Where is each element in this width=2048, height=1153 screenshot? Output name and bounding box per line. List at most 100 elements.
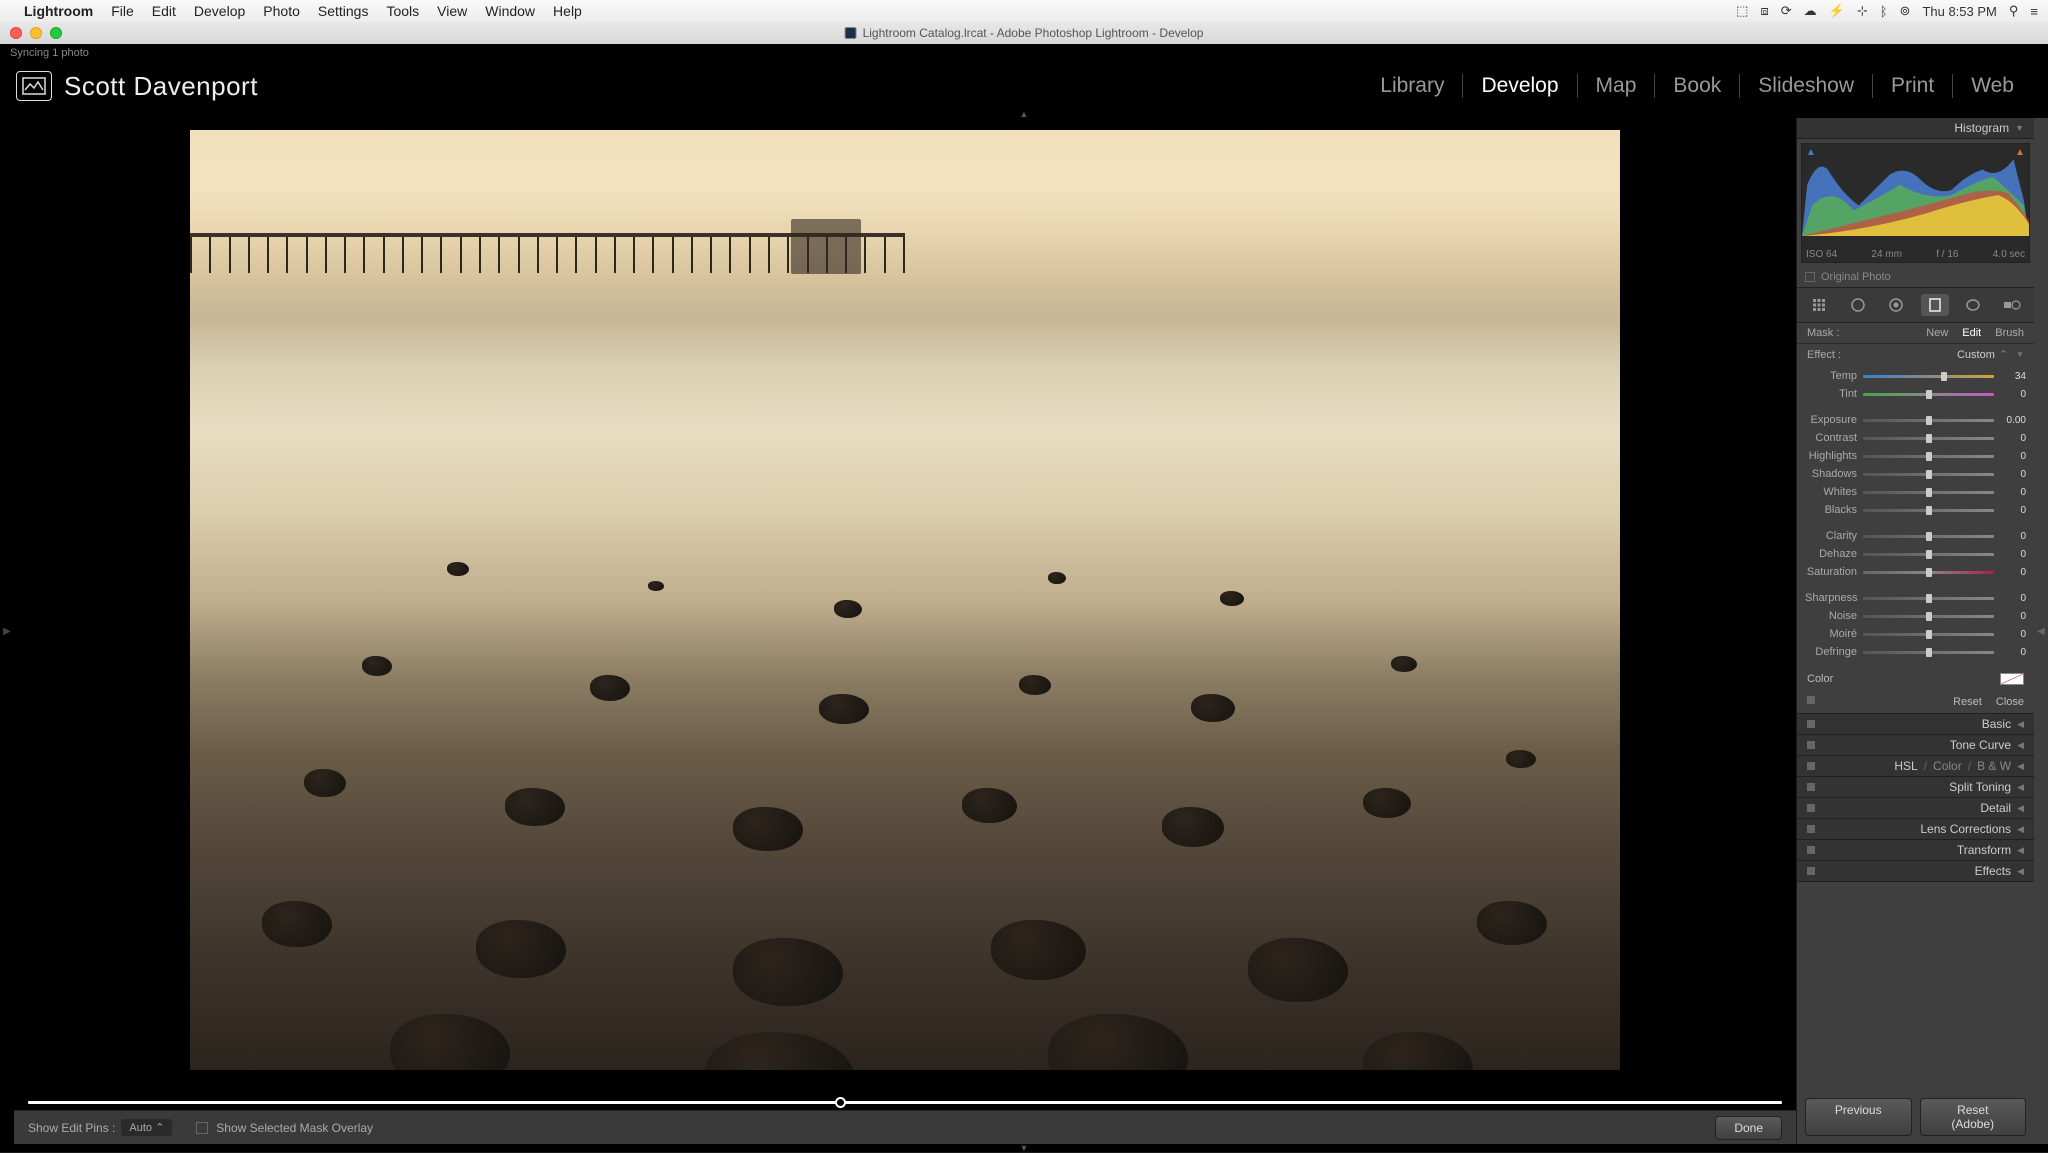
brush-tool-icon[interactable] — [1998, 294, 2026, 316]
module-web[interactable]: Web — [1952, 74, 2032, 98]
slider-highlights[interactable]: Highlights0 — [1805, 447, 2026, 465]
panel-switch-icon[interactable] — [1807, 720, 1815, 728]
graduated-filter-tool-icon[interactable] — [1921, 294, 1949, 316]
slider-sharpness[interactable]: Sharpness0 — [1805, 589, 2026, 607]
slider-moiré[interactable]: Moiré0 — [1805, 625, 2026, 643]
color-swatch[interactable] — [2000, 673, 2024, 685]
airdrop-icon[interactable]: ⊹ — [1857, 3, 1868, 19]
photo-canvas[interactable] — [190, 130, 1620, 1070]
panel-header-lens-corrections[interactable]: Lens Corrections◀ — [1797, 819, 2034, 840]
module-print[interactable]: Print — [1872, 74, 1952, 98]
traffic-lights — [10, 27, 62, 39]
window-title: Lightroom Catalog.lrcat - Adobe Photosho… — [845, 26, 1204, 40]
spotlight-icon[interactable]: ⚲ — [2009, 3, 2019, 19]
panel-header-transform[interactable]: Transform◀ — [1797, 840, 2034, 861]
mac-menu-view[interactable]: View — [437, 3, 467, 19]
right-panel-collapse-handle[interactable]: ◀ — [2034, 118, 2048, 1144]
slider-saturation[interactable]: Saturation0 — [1805, 563, 2026, 581]
module-develop[interactable]: Develop — [1462, 74, 1576, 98]
panel-header-split-toning[interactable]: Split Toning◀ — [1797, 777, 2034, 798]
highlight-clip-icon[interactable]: ▲ — [2014, 147, 2026, 157]
slider-contrast[interactable]: Contrast0 — [1805, 429, 2026, 447]
panel-header-tone-curve[interactable]: Tone Curve◀ — [1797, 735, 2034, 756]
done-button[interactable]: Done — [1715, 1116, 1782, 1140]
panel-switch-icon[interactable] — [1807, 741, 1815, 749]
slider-clarity[interactable]: Clarity0 — [1805, 527, 2026, 545]
reset-adobe-button[interactable]: Reset (Adobe) — [1920, 1098, 2027, 1136]
crop-tool-icon[interactable] — [1805, 294, 1833, 316]
panel-switch-icon[interactable] — [1807, 825, 1815, 833]
toolbar-timeline[interactable] — [28, 1096, 1782, 1110]
cloud-icon[interactable]: ☁ — [1804, 3, 1817, 19]
panel-switch-icon[interactable] — [1807, 804, 1815, 812]
panel-switch-icon[interactable] — [1807, 846, 1815, 854]
shadow-clip-icon[interactable]: ▲ — [1805, 147, 1817, 157]
mac-menu-file[interactable]: File — [111, 3, 134, 19]
slider-noise[interactable]: Noise0 — [1805, 607, 2026, 625]
panel-header-effects[interactable]: Effects◀ — [1797, 861, 2034, 882]
slider-temp[interactable]: Temp34 — [1805, 367, 2026, 385]
histogram[interactable]: ▲ ▲ ISO 64 24 mm f / 16 4.0 sec — [1801, 143, 2030, 263]
mac-menu-develop[interactable]: Develop — [194, 3, 245, 19]
left-panel-collapse-handle[interactable]: ▶ — [0, 118, 14, 1144]
mac-menu-photo[interactable]: Photo — [263, 3, 300, 19]
slider-tint[interactable]: Tint0 — [1805, 385, 2026, 403]
status-icon[interactable]: ⧈ — [1760, 3, 1768, 19]
mac-menu-edit[interactable]: Edit — [152, 3, 176, 19]
panel-switch-icon[interactable] — [1807, 696, 1815, 704]
mac-menu-help[interactable]: Help — [553, 3, 582, 19]
radial-filter-tool-icon[interactable] — [1959, 294, 1987, 316]
original-photo-toggle[interactable]: Original Photo — [1797, 267, 2034, 287]
app-menu[interactable]: Lightroom — [24, 3, 93, 19]
mask-brush[interactable]: Brush — [1995, 327, 2024, 339]
local-adjustment-toolstrip — [1797, 287, 2034, 323]
panel-header-basic[interactable]: Basic◀ — [1797, 714, 2034, 735]
module-library[interactable]: Library — [1362, 74, 1462, 98]
clock[interactable]: Thu 8:53 PM — [1922, 4, 1996, 19]
wifi-icon[interactable]: ⊚ — [1900, 3, 1911, 19]
lightroom-doc-icon — [845, 27, 857, 39]
panel-header-hsl[interactable]: HSL/Color/B & W◀ — [1797, 756, 2034, 777]
dropbox-icon[interactable]: ⬚ — [1736, 3, 1748, 19]
menu-icon[interactable]: ≡ — [2030, 4, 2038, 19]
panel-switch-icon[interactable] — [1807, 867, 1815, 875]
minimize-window-button[interactable] — [30, 27, 42, 39]
slider-dehaze[interactable]: Dehaze0 — [1805, 545, 2026, 563]
show-edit-pins-label: Show Edit Pins : — [28, 1121, 115, 1135]
window-titlebar: Lightroom Catalog.lrcat - Adobe Photosho… — [0, 22, 2048, 44]
mac-menu-tools[interactable]: Tools — [386, 3, 419, 19]
panel-switch-icon[interactable] — [1807, 783, 1815, 791]
histogram-header[interactable]: Histogram▼ — [1797, 118, 2034, 139]
top-panel-collapse-handle[interactable]: ▲ — [0, 110, 2048, 118]
module-map[interactable]: Map — [1577, 74, 1655, 98]
show-edit-pins-select[interactable]: Auto ⌃ — [121, 1119, 172, 1136]
pier-building-graphic — [791, 219, 861, 274]
effect-preset-row[interactable]: Effect : Custom ⌃ ▼ — [1797, 344, 2034, 365]
zoom-window-button[interactable] — [50, 27, 62, 39]
mac-menu-window[interactable]: Window — [485, 3, 535, 19]
mac-menu-settings[interactable]: Settings — [318, 3, 369, 19]
mask-close[interactable]: Close — [1996, 696, 2024, 708]
filmstrip-collapse-handle[interactable]: ▼ — [0, 1144, 2048, 1152]
slider-shadows[interactable]: Shadows0 — [1805, 465, 2026, 483]
mask-new[interactable]: New — [1926, 327, 1948, 339]
module-book[interactable]: Book — [1654, 74, 1739, 98]
bolt-icon[interactable]: ⚡ — [1829, 3, 1845, 19]
redeye-tool-icon[interactable] — [1882, 294, 1910, 316]
slider-blacks[interactable]: Blacks0 — [1805, 501, 2026, 519]
bluetooth-icon[interactable]: ᛒ — [1880, 4, 1888, 19]
slider-whites[interactable]: Whites0 — [1805, 483, 2026, 501]
mask-reset[interactable]: Reset — [1953, 696, 1982, 708]
module-picker: LibraryDevelopMapBookSlideshowPrintWeb — [1362, 74, 2032, 98]
module-slideshow[interactable]: Slideshow — [1739, 74, 1872, 98]
panel-switch-icon[interactable] — [1807, 762, 1815, 770]
panel-header-detail[interactable]: Detail◀ — [1797, 798, 2034, 819]
slider-exposure[interactable]: Exposure0.00 — [1805, 411, 2026, 429]
sync-icon[interactable]: ⟳ — [1781, 3, 1792, 19]
mask-overlay-checkbox[interactable] — [196, 1122, 208, 1134]
slider-defringe[interactable]: Defringe0 — [1805, 643, 2026, 661]
close-window-button[interactable] — [10, 27, 22, 39]
mask-edit[interactable]: Edit — [1962, 327, 1981, 339]
previous-button[interactable]: Previous — [1805, 1098, 1912, 1136]
spot-removal-tool-icon[interactable] — [1844, 294, 1872, 316]
